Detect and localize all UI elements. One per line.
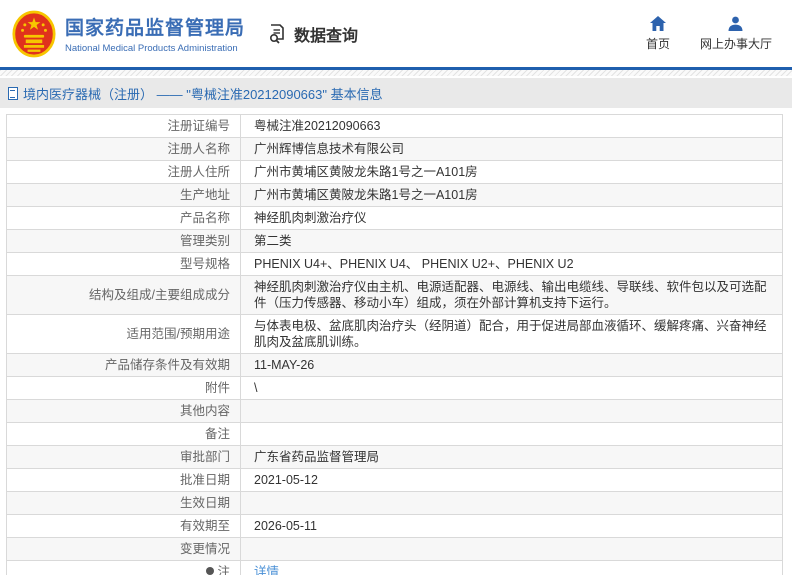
table-row: 批准日期 2021-05-12: [7, 469, 782, 492]
row-label: 注: [7, 561, 241, 575]
agency-name-en: National Medical Products Administration: [65, 43, 238, 54]
row-label: 适用范围/预期用途: [7, 315, 241, 353]
info-table: 注册证编号 粤械注准20212090663 注册人名称 广州辉博信息技术有限公司 注册人…: [6, 114, 783, 575]
site-header: 国家药品监督管理局 National Medical Products Admi…: [0, 0, 792, 70]
row-label: 其他内容: [7, 400, 241, 422]
row-value: [241, 492, 782, 514]
hatch-divider: [0, 70, 792, 76]
row-label: 型号规格: [7, 253, 241, 275]
table-row: 审批部门 广东省药品监督管理局: [7, 446, 782, 469]
row-value: 广州辉博信息技术有限公司: [254, 142, 405, 156]
table-row: 生产地址 广州市黄埔区黄陂龙朱路1号之一A101房: [7, 184, 782, 207]
row-label: 注册证编号: [7, 115, 241, 137]
detail-link[interactable]: 详情: [254, 564, 279, 575]
table-row: 注册证编号 粤械注准20212090663: [7, 115, 782, 138]
row-label: 注册人住所: [7, 161, 241, 183]
table-row: 注册人名称 广州辉博信息技术有限公司: [7, 138, 782, 161]
table-row: 产品名称 神经肌肉刺激治疗仪: [7, 207, 782, 230]
document-icon: [8, 86, 18, 100]
breadcrumb-text: 境内医疗器械（注册） —— "粤械注准20212090663" 基本信息: [23, 86, 383, 102]
row-value: 2026-05-11: [254, 519, 318, 533]
nav-home[interactable]: 首页: [645, 15, 670, 52]
table-row: 备注: [7, 423, 782, 446]
table-row: 型号规格 PHENIX U4+、PHENIX U4、 PHENIX U2+、PHE…: [7, 253, 782, 276]
row-label: 生产地址: [7, 184, 241, 206]
table-row: 生效日期: [7, 492, 782, 515]
data-query-label: 数据查询: [294, 27, 359, 45]
row-label: 产品名称: [7, 207, 241, 229]
row-value: PHENIX U4+、PHENIX U4、 PHENIX U2+、PHENIX …: [254, 257, 574, 271]
row-label: 生效日期: [7, 492, 241, 514]
table-row: 注册人住所 广州市黄埔区黄陂龙朱路1号之一A101房: [7, 161, 782, 184]
table-row: 结构及组成/主要组成成分 神经肌肉刺激治疗仪由主机、电源适配器、电源线、输出电缆线…: [7, 276, 782, 315]
row-label: 管理类别: [7, 230, 241, 252]
table-row: 注 详情: [7, 561, 782, 575]
table-row: 其他内容: [7, 400, 782, 423]
row-label: 批准日期: [7, 469, 241, 491]
national-emblem: [12, 10, 56, 58]
row-value: 第二类: [254, 234, 292, 248]
brand: 国家药品监督管理局 National Medical Products Admi…: [12, 10, 245, 58]
row-value: [241, 538, 782, 560]
row-value: 神经肌肉刺激治疗仪: [254, 211, 367, 225]
row-value: 神经肌肉刺激治疗仪由主机、电源适配器、电源线、输出电缆线、导联线、软件包以及可选…: [254, 280, 767, 310]
row-label: 附件: [7, 377, 241, 399]
brand-text: 国家药品监督管理局 National Medical Products Admi…: [65, 13, 245, 54]
row-value: 广东省药品监督管理局: [254, 450, 380, 464]
row-value: 详情: [241, 561, 782, 575]
table-row: 管理类别 第二类: [7, 230, 782, 253]
row-label: 注册人名称: [7, 138, 241, 160]
row-value: 11-MAY-26: [254, 358, 315, 372]
row-label: 备注: [7, 423, 241, 445]
row-value: 广州市黄埔区黄陂龙朱路1号之一A101房: [254, 188, 478, 202]
row-label: 产品储存条件及有效期: [7, 354, 241, 376]
row-label: 审批部门: [7, 446, 241, 468]
row-value: [241, 423, 782, 445]
row-value: \: [254, 381, 258, 395]
nav-service-hall-label: 网上办事大厅: [699, 36, 772, 51]
table-row: 有效期至 2026-05-11: [7, 515, 782, 538]
nav-home-label: 首页: [645, 36, 670, 51]
table-row: 适用范围/预期用途 与体表电极、盆底肌肉治疗头（经阴道）配合，用于促进局部血液循环…: [7, 315, 782, 354]
row-value: [241, 400, 782, 422]
row-label: 结构及组成/主要组成成分: [7, 276, 241, 314]
row-label: 变更情况: [7, 538, 241, 560]
table-row: 附件 \: [7, 377, 782, 400]
row-value: 粤械注准20212090663: [254, 119, 381, 133]
table-row: 产品储存条件及有效期 11-MAY-26: [7, 354, 782, 377]
header-nav: 首页 网上办事大厅: [645, 15, 772, 52]
row-value: 与体表电极、盆底肌肉治疗头（经阴道）配合，用于促进局部血液循环、缓解疼痛、兴奋神…: [254, 319, 767, 349]
row-value: 2021-05-12: [254, 473, 318, 487]
nav-data-query[interactable]: 数据查询: [267, 22, 358, 46]
document-search-icon: [267, 23, 289, 45]
home-icon: [649, 15, 666, 31]
row-value: 广州市黄埔区黄陂龙朱路1号之一A101房: [254, 165, 478, 179]
row-label: 有效期至: [7, 515, 241, 537]
user-icon: [728, 16, 743, 31]
nav-service-hall[interactable]: 网上办事大厅: [700, 16, 772, 52]
agency-name-cn: 国家药品监督管理局: [65, 18, 246, 39]
breadcrumb: 境内医疗器械（注册） —— "粤械注准20212090663" 基本信息: [0, 78, 792, 108]
table-row: 变更情况: [7, 538, 782, 561]
bulb-icon: [206, 566, 215, 575]
